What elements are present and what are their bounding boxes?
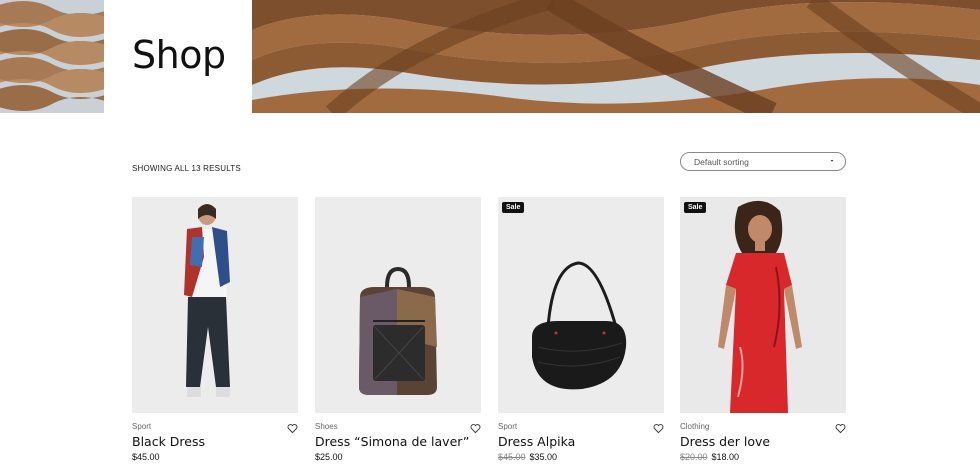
product-photo-handbag — [532, 261, 627, 390]
product-price: $25.00 — [315, 452, 481, 462]
hero-image-left — [0, 0, 104, 113]
product-photo-backpack — [359, 266, 437, 395]
price-current: $25.00 — [315, 452, 343, 462]
product-image[interactable]: Sale — [680, 197, 846, 413]
heart-icon[interactable] — [653, 423, 664, 434]
product-name[interactable]: Dress der love — [680, 434, 846, 449]
product-price: $20.00 $18.00 — [680, 452, 846, 462]
sort-selected-value: Default sorting — [694, 157, 749, 167]
product-image[interactable]: Sale — [498, 197, 664, 413]
sort-select[interactable]: Default sorting — [680, 152, 846, 171]
product-name[interactable]: Dress “Simona de laver” — [315, 434, 481, 449]
price-old: $45.00 — [498, 452, 526, 462]
product-card[interactable]: Sale Sport Dress Alpika $45.00 $35.00 — [498, 197, 664, 462]
product-price: $45.00 — [132, 452, 298, 462]
product-name[interactable]: Dress Alpika — [498, 434, 664, 449]
sale-badge: Sale — [684, 202, 707, 213]
price-current: $35.00 — [529, 452, 558, 462]
page-title: Shop — [132, 33, 226, 77]
hero-image-right — [252, 0, 980, 113]
product-price: $45.00 $35.00 — [498, 452, 664, 462]
price-current: $18.00 — [711, 452, 740, 462]
caret-down-icon — [830, 160, 834, 162]
product-category[interactable]: Shoes — [315, 422, 481, 431]
results-count: SHOWING ALL 13 RESULTS — [132, 164, 241, 173]
heart-icon[interactable] — [835, 423, 846, 434]
product-photo-red-dress — [718, 200, 802, 413]
product-image[interactable] — [132, 197, 298, 413]
product-photo-person-scarf — [184, 204, 230, 397]
product-card[interactable]: Shoes Dress “Simona de laver” $25.00 — [315, 197, 481, 462]
product-category[interactable]: Sport — [498, 422, 664, 431]
product-card[interactable]: Sale Clothing Dress der love $20.00 $18.0… — [680, 197, 846, 462]
heart-icon[interactable] — [287, 423, 298, 434]
product-card[interactable]: Sport Black Dress $45.00 — [132, 197, 298, 462]
product-category[interactable]: Sport — [132, 422, 298, 431]
product-name[interactable]: Black Dress — [132, 434, 298, 449]
product-category[interactable]: Clothing — [680, 422, 846, 431]
heart-icon[interactable] — [470, 423, 481, 434]
price-current: $45.00 — [132, 452, 160, 462]
sale-badge: Sale — [502, 202, 525, 213]
product-image[interactable] — [315, 197, 481, 413]
price-old: $20.00 — [680, 452, 708, 462]
